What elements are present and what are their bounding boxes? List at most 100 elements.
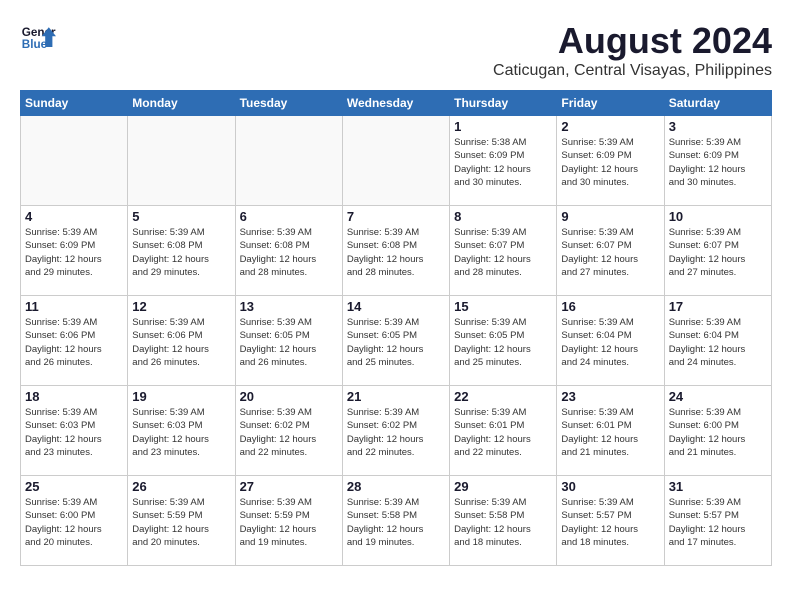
day-info: Sunrise: 5:39 AMSunset: 6:07 PMDaylight:… [561, 226, 659, 279]
day-number: 23 [561, 389, 659, 404]
calendar-cell [21, 116, 128, 206]
day-number: 4 [25, 209, 123, 224]
day-info: Sunrise: 5:39 AMSunset: 6:05 PMDaylight:… [347, 316, 445, 369]
day-info: Sunrise: 5:39 AMSunset: 6:09 PMDaylight:… [669, 136, 767, 189]
day-info: Sunrise: 5:38 AMSunset: 6:09 PMDaylight:… [454, 136, 552, 189]
day-number: 15 [454, 299, 552, 314]
day-number: 26 [132, 479, 230, 494]
day-number: 10 [669, 209, 767, 224]
day-number: 24 [669, 389, 767, 404]
title-block: August 2024 Caticugan, Central Visayas, … [493, 20, 772, 80]
day-number: 17 [669, 299, 767, 314]
day-number: 20 [240, 389, 338, 404]
day-number: 28 [347, 479, 445, 494]
day-number: 3 [669, 119, 767, 134]
day-info: Sunrise: 5:39 AMSunset: 6:05 PMDaylight:… [454, 316, 552, 369]
calendar-cell: 11Sunrise: 5:39 AMSunset: 6:06 PMDayligh… [21, 296, 128, 386]
day-info: Sunrise: 5:39 AMSunset: 5:58 PMDaylight:… [347, 496, 445, 549]
day-info: Sunrise: 5:39 AMSunset: 5:59 PMDaylight:… [132, 496, 230, 549]
calendar-cell [235, 116, 342, 206]
calendar-cell: 25Sunrise: 5:39 AMSunset: 6:00 PMDayligh… [21, 476, 128, 566]
day-number: 18 [25, 389, 123, 404]
calendar-cell: 1 Sunrise: 5:38 AMSunset: 6:09 PMDaylight… [450, 116, 557, 206]
svg-text:Blue: Blue [22, 38, 48, 51]
calendar-cell [128, 116, 235, 206]
day-number: 25 [25, 479, 123, 494]
week-row-1: 1 Sunrise: 5:38 AMSunset: 6:09 PMDaylight… [21, 116, 772, 206]
calendar-cell: 6 Sunrise: 5:39 AMSunset: 6:08 PMDaylight… [235, 206, 342, 296]
weekday-header-saturday: Saturday [664, 91, 771, 116]
calendar-cell: 2Sunrise: 5:39 AMSunset: 6:09 PMDaylight… [557, 116, 664, 206]
day-info: Sunrise: 5:39 AMSunset: 6:06 PMDaylight:… [25, 316, 123, 369]
week-row-2: 4 Sunrise: 5:39 AMSunset: 6:09 PMDaylight… [21, 206, 772, 296]
week-row-5: 25Sunrise: 5:39 AMSunset: 6:00 PMDayligh… [21, 476, 772, 566]
calendar-cell: 14 Sunrise: 5:39 AMSunset: 6:05 PMDayligh… [342, 296, 449, 386]
calendar-cell: 20 Sunrise: 5:39 AMSunset: 6:02 PMDayligh… [235, 386, 342, 476]
calendar-cell: 24 Sunrise: 5:39 AMSunset: 6:00 PMDayligh… [664, 386, 771, 476]
day-info: Sunrise: 5:39 AMSunset: 6:01 PMDaylight:… [454, 406, 552, 459]
calendar-cell [342, 116, 449, 206]
weekday-header-monday: Monday [128, 91, 235, 116]
day-number: 22 [454, 389, 552, 404]
weekday-header-sunday: Sunday [21, 91, 128, 116]
day-info: Sunrise: 5:39 AMSunset: 6:09 PMDaylight:… [25, 226, 123, 279]
calendar-cell: 7 Sunrise: 5:39 AMSunset: 6:08 PMDaylight… [342, 206, 449, 296]
day-number: 5 [132, 209, 230, 224]
day-number: 9 [561, 209, 659, 224]
day-number: 27 [240, 479, 338, 494]
day-number: 31 [669, 479, 767, 494]
day-info: Sunrise: 5:39 AMSunset: 6:04 PMDaylight:… [561, 316, 659, 369]
month-title: August 2024 [493, 20, 772, 62]
day-info: Sunrise: 5:39 AMSunset: 5:57 PMDaylight:… [669, 496, 767, 549]
day-info: Sunrise: 5:39 AMSunset: 6:03 PMDaylight:… [132, 406, 230, 459]
calendar-cell: 9 Sunrise: 5:39 AMSunset: 6:07 PMDaylight… [557, 206, 664, 296]
week-row-4: 18 Sunrise: 5:39 AMSunset: 6:03 PMDayligh… [21, 386, 772, 476]
day-info: Sunrise: 5:39 AMSunset: 6:04 PMDaylight:… [669, 316, 767, 369]
day-number: 12 [132, 299, 230, 314]
day-number: 1 [454, 119, 552, 134]
day-info: Sunrise: 5:39 AMSunset: 6:05 PMDaylight:… [240, 316, 338, 369]
day-number: 6 [240, 209, 338, 224]
calendar-cell: 30Sunrise: 5:39 AMSunset: 5:57 PMDayligh… [557, 476, 664, 566]
week-row-3: 11Sunrise: 5:39 AMSunset: 6:06 PMDayligh… [21, 296, 772, 386]
day-number: 19 [132, 389, 230, 404]
day-number: 2 [561, 119, 659, 134]
day-info: Sunrise: 5:39 AMSunset: 6:02 PMDaylight:… [240, 406, 338, 459]
day-number: 29 [454, 479, 552, 494]
day-number: 30 [561, 479, 659, 494]
calendar-cell: 23Sunrise: 5:39 AMSunset: 6:01 PMDayligh… [557, 386, 664, 476]
calendar-cell: 3 Sunrise: 5:39 AMSunset: 6:09 PMDaylight… [664, 116, 771, 206]
calendar-cell: 28 Sunrise: 5:39 AMSunset: 5:58 PMDayligh… [342, 476, 449, 566]
calendar-cell: 4 Sunrise: 5:39 AMSunset: 6:09 PMDaylight… [21, 206, 128, 296]
day-info: Sunrise: 5:39 AMSunset: 6:07 PMDaylight:… [669, 226, 767, 279]
weekday-header-wednesday: Wednesday [342, 91, 449, 116]
calendar-cell: 5Sunrise: 5:39 AMSunset: 6:08 PMDaylight… [128, 206, 235, 296]
day-number: 8 [454, 209, 552, 224]
day-info: Sunrise: 5:39 AMSunset: 6:08 PMDaylight:… [347, 226, 445, 279]
calendar-cell: 26 Sunrise: 5:39 AMSunset: 5:59 PMDayligh… [128, 476, 235, 566]
calendar-cell: 13 Sunrise: 5:39 AMSunset: 6:05 PMDayligh… [235, 296, 342, 386]
day-number: 21 [347, 389, 445, 404]
calendar-cell: 15 Sunrise: 5:39 AMSunset: 6:05 PMDayligh… [450, 296, 557, 386]
page-header: General Blue August 2024 Caticugan, Cent… [20, 20, 772, 80]
weekday-header-tuesday: Tuesday [235, 91, 342, 116]
day-info: Sunrise: 5:39 AMSunset: 6:08 PMDaylight:… [240, 226, 338, 279]
day-number: 7 [347, 209, 445, 224]
day-info: Sunrise: 5:39 AMSunset: 6:00 PMDaylight:… [669, 406, 767, 459]
calendar-cell: 29 Sunrise: 5:39 AMSunset: 5:58 PMDayligh… [450, 476, 557, 566]
weekday-header-friday: Friday [557, 91, 664, 116]
day-info: Sunrise: 5:39 AMSunset: 5:58 PMDaylight:… [454, 496, 552, 549]
day-number: 13 [240, 299, 338, 314]
weekday-header-thursday: Thursday [450, 91, 557, 116]
day-info: Sunrise: 5:39 AMSunset: 6:07 PMDaylight:… [454, 226, 552, 279]
location-subtitle: Caticugan, Central Visayas, Philippines [493, 62, 772, 80]
weekday-header-row: SundayMondayTuesdayWednesdayThursdayFrid… [21, 91, 772, 116]
day-number: 14 [347, 299, 445, 314]
calendar-cell: 17 Sunrise: 5:39 AMSunset: 6:04 PMDayligh… [664, 296, 771, 386]
day-info: Sunrise: 5:39 AMSunset: 6:03 PMDaylight:… [25, 406, 123, 459]
day-number: 16 [561, 299, 659, 314]
calendar-cell: 19 Sunrise: 5:39 AMSunset: 6:03 PMDayligh… [128, 386, 235, 476]
day-info: Sunrise: 5:39 AMSunset: 6:06 PMDaylight:… [132, 316, 230, 369]
calendar-table: SundayMondayTuesdayWednesdayThursdayFrid… [20, 90, 772, 566]
calendar-cell: 27Sunrise: 5:39 AMSunset: 5:59 PMDayligh… [235, 476, 342, 566]
